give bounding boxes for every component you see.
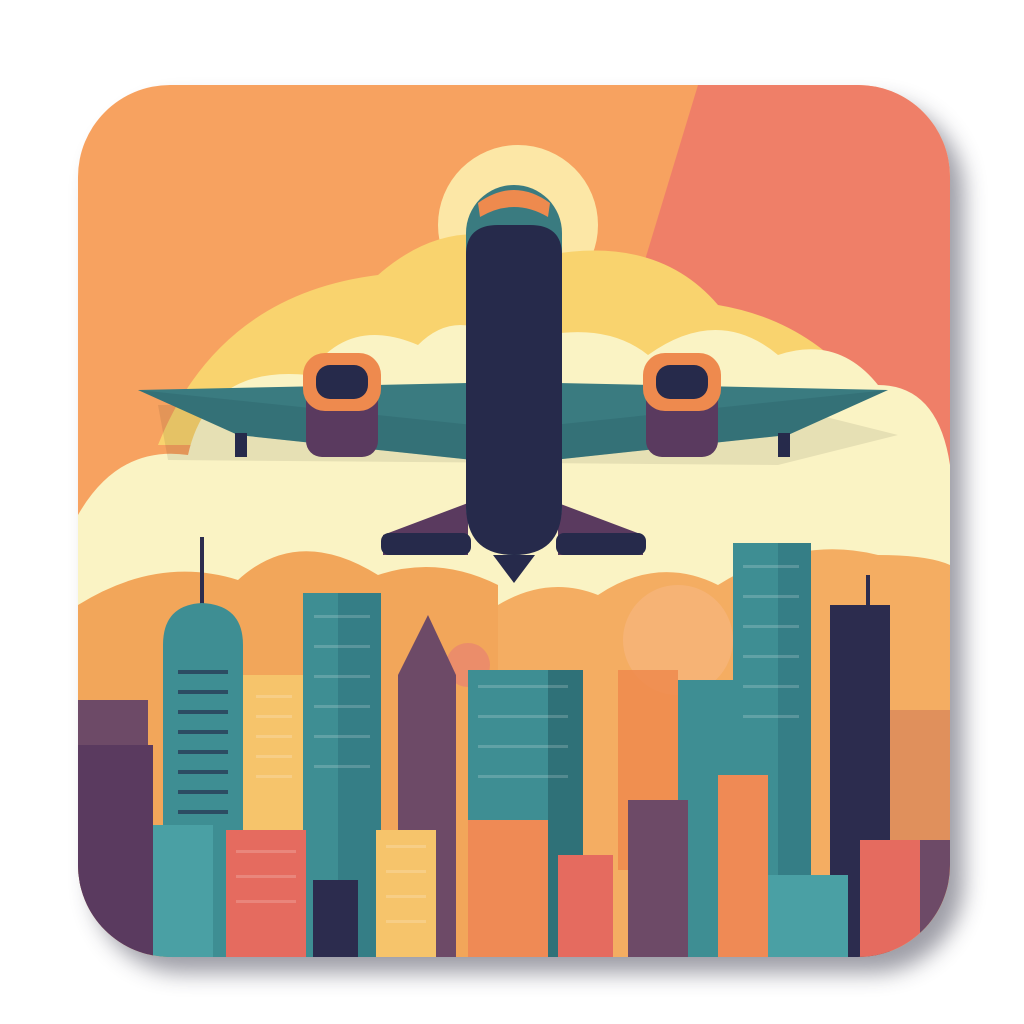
canvas [0, 0, 1024, 1024]
airplane-over-city-skyline-icon [78, 85, 950, 957]
app-icon-tile [78, 85, 950, 957]
